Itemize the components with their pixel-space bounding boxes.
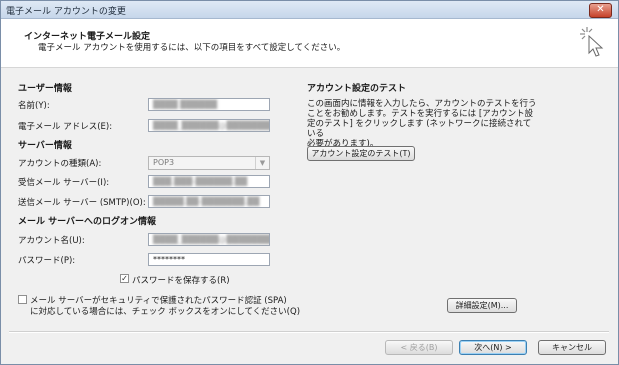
cursor-click-icon bbox=[580, 27, 604, 57]
outgoing-server-value: █████.██-███████.██ bbox=[153, 197, 260, 206]
test-account-button[interactable]: アカウント設定のテスト(T) bbox=[307, 146, 415, 161]
incoming-server-value: ███.███-██████.██ bbox=[153, 177, 248, 186]
incoming-server-field[interactable]: ███.███-██████.██ bbox=[148, 175, 270, 188]
account-name-label: アカウント名(U): bbox=[18, 236, 85, 246]
footer-divider bbox=[9, 331, 609, 333]
checkmark-icon: ✓ bbox=[121, 274, 128, 283]
test-section: アカウント設定のテスト bbox=[307, 84, 407, 94]
back-button[interactable]: < 戻る(B) bbox=[385, 340, 453, 355]
incoming-server-label: 受信メール サーバー(I): bbox=[18, 178, 110, 188]
email-field[interactable]: ████_██████@████████.██.██ bbox=[148, 119, 270, 132]
password-label: パスワード(P): bbox=[18, 256, 76, 266]
name-label: 名前(Y): bbox=[18, 101, 50, 111]
outgoing-server-field[interactable]: █████.██-███████.██ bbox=[148, 195, 270, 208]
password-value: ******** bbox=[153, 255, 185, 264]
window-title: 電子メール アカウントの変更 bbox=[6, 7, 126, 17]
spa-label-line2: に対応している場合には、チェック ボックスをオンにしてください(Q) bbox=[30, 307, 301, 317]
email-label: 電子メール アドレス(E): bbox=[18, 122, 113, 132]
account-name-field[interactable]: ████_██████@████████.██.██ bbox=[148, 233, 270, 246]
password-field[interactable]: ******** bbox=[148, 253, 270, 266]
next-button[interactable]: 次へ(N) > bbox=[459, 340, 527, 355]
more-settings-button[interactable]: 詳細設定(M)... bbox=[447, 298, 517, 313]
account-type-label: アカウントの種類(A): bbox=[18, 159, 102, 169]
cancel-button[interactable]: キャンセル bbox=[538, 340, 606, 355]
logon-info-section: メール サーバーへのログオン情報 bbox=[18, 217, 157, 227]
test-desc-line3: 定のテスト] をクリックします (ネットワークに接続されている bbox=[307, 119, 532, 139]
account-type-select: POP3 ▼ bbox=[148, 156, 270, 170]
spa-checkbox[interactable] bbox=[18, 295, 27, 304]
chevron-down-icon: ▼ bbox=[255, 157, 269, 169]
account-name-value: ████_██████@████████.██.██ bbox=[153, 235, 270, 244]
server-info-section: サーバー情報 bbox=[18, 141, 72, 151]
test-description: この画面内に情報を入力したら、アカウントのテストを行う ことをお勧めします。テス… bbox=[307, 99, 537, 149]
name-field[interactable]: ████ ██████ bbox=[148, 98, 270, 111]
name-value: ████ ██████ bbox=[153, 100, 218, 109]
user-info-section: ユーザー情報 bbox=[18, 84, 72, 94]
dialog-header: インターネット電子メール設定 電子メール アカウントを使用するには、以下の項目を… bbox=[1, 19, 618, 68]
title-bar: 電子メール アカウントの変更 ✕ bbox=[1, 1, 618, 19]
header-subtitle: 電子メール アカウントを使用するには、以下の項目をすべて設定してください。 bbox=[38, 43, 346, 53]
account-type-value: POP3 bbox=[153, 158, 175, 167]
test-desc-line2: ことをお勧めします。テストを実行するには [アカウント設 bbox=[307, 109, 534, 119]
email-value: ████_██████@████████.██.██ bbox=[153, 121, 270, 130]
dialog-window: 電子メール アカウントの変更 ✕ インターネット電子メール設定 電子メール アカ… bbox=[0, 0, 619, 365]
test-desc-line1: この画面内に情報を入力したら、アカウントのテストを行う bbox=[307, 99, 537, 109]
save-password-checkbox[interactable]: ✓ bbox=[120, 274, 129, 283]
outgoing-server-label: 送信メール サーバー (SMTP)(O): bbox=[18, 198, 146, 208]
save-password-label: パスワードを保存する(R) bbox=[132, 276, 230, 286]
close-button[interactable]: ✕ bbox=[589, 3, 612, 18]
